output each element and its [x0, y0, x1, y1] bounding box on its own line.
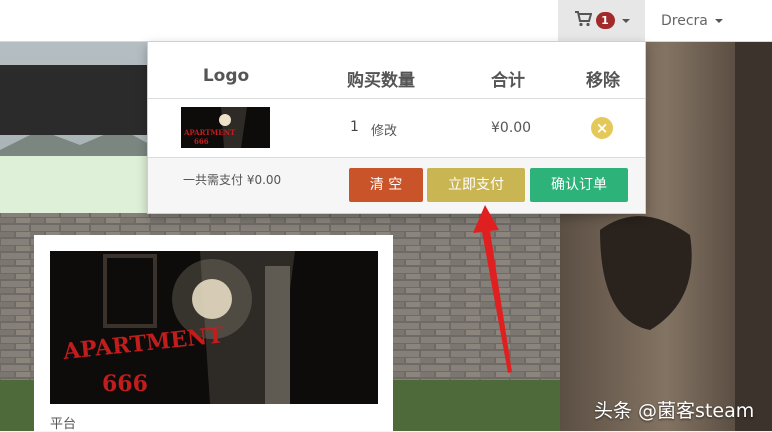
header-remove: 移除 [586, 71, 620, 91]
confirm-order-button[interactable]: 确认订单 [530, 168, 628, 202]
arrow-annotation [473, 205, 512, 373]
header-quantity: 购买数量 [347, 71, 415, 91]
svg-text:APARTMENT: APARTMENT [183, 128, 236, 137]
dark-header-bar [0, 65, 147, 135]
product-card[interactable]: APARTMENT 666 平台 [34, 235, 393, 432]
header-total: 合计 [491, 71, 525, 91]
cart-icon [574, 10, 592, 31]
cart-item-logo: APARTMENT 666 [181, 107, 270, 148]
watermark: 头条 @菌客steam [594, 400, 755, 422]
pay-now-button[interactable]: 立即支付 [427, 168, 525, 202]
cart-dropdown-toggle[interactable]: 1 [558, 0, 645, 41]
remove-icon: × [595, 119, 609, 137]
clear-cart-button[interactable]: 清 空 [349, 168, 423, 202]
success-banner [0, 156, 147, 213]
user-name: Drecra [661, 12, 708, 29]
cart-dropdown: Logo 购买数量 合计 移除 APARTMENT 666 1 修改 ¥0.00… [147, 41, 646, 214]
edit-quantity-link[interactable]: 修改 [371, 120, 397, 139]
top-navbar: 1 Drecra [0, 0, 772, 42]
caret-down-icon [621, 18, 630, 23]
cart-item-total: ¥0.00 [491, 120, 532, 136]
divider [148, 98, 645, 99]
svg-text:666: 666 [194, 137, 209, 146]
total-payment-text: 一共需支付 ¥0.00 [183, 173, 282, 187]
platform-label: 平台 [50, 417, 77, 432]
header-logo: Logo [202, 66, 250, 86]
cart-count-badge: 1 [595, 12, 615, 29]
remove-item-button[interactable]: × [591, 117, 613, 139]
divider [148, 157, 645, 158]
user-menu[interactable]: Drecra [661, 0, 723, 41]
caret-down-icon [714, 18, 723, 23]
svg-text:666: 666 [102, 371, 148, 397]
cart-item-quantity: 1 [350, 119, 359, 135]
product-image[interactable]: APARTMENT 666 [50, 251, 378, 404]
